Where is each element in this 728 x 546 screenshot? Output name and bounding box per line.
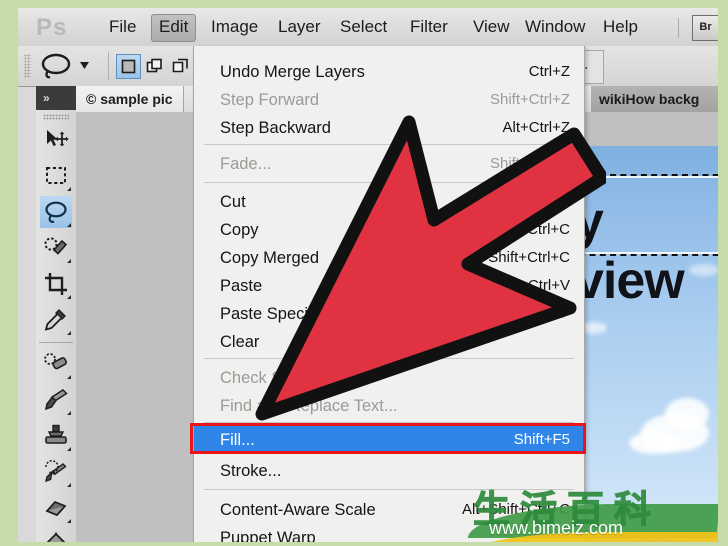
tool-panel xyxy=(36,110,77,542)
move-tool[interactable] xyxy=(40,124,72,156)
image-canvas[interactable]: y view xyxy=(579,146,718,542)
menu-item-fade[interactable]: Fade... Shift+Ctrl+F xyxy=(194,150,584,178)
menu-edit[interactable]: Edit xyxy=(151,14,197,42)
photoshop-window: Ps File Edit Image Layer Select Filter V… xyxy=(18,8,718,542)
brush-tool[interactable] xyxy=(40,384,72,416)
edit-dropdown-menu: Undo Merge Layers Ctrl+Z Step Forward Sh… xyxy=(193,46,585,542)
document-tab-wikihow[interactable]: wikiHow backg xyxy=(591,86,718,113)
tool-flyout-triangle-icon xyxy=(67,375,71,379)
menu-bar: Ps File Edit Image Layer Select Filter V… xyxy=(18,8,718,47)
menu-item-step-backward[interactable]: Step Backward Alt+Ctrl+Z xyxy=(194,114,584,142)
menu-separator xyxy=(204,182,574,183)
tool-flyout-triangle-icon xyxy=(67,331,71,335)
lasso-icon[interactable] xyxy=(36,51,98,81)
menu-item-find-and-replace-text[interactable]: Find and Replace Text... xyxy=(194,392,584,420)
subtract-from-selection-button[interactable] xyxy=(168,54,193,79)
tool-flyout-triangle-icon xyxy=(67,411,71,415)
menu-item-cut[interactable]: Cut Ctrl+X xyxy=(194,188,584,216)
spot-healing-brush-tool[interactable] xyxy=(40,348,72,380)
menu-item-copy-merged[interactable]: Copy Merged Shift+Ctrl+C xyxy=(194,244,584,272)
image-text-layer: y view xyxy=(579,192,685,310)
menu-separator xyxy=(204,144,574,145)
menu-help[interactable]: Help xyxy=(596,14,645,40)
photoshop-logo: Ps xyxy=(36,14,68,41)
toolbox-divider xyxy=(39,342,73,343)
menu-item-content-aware-scale[interactable]: Content-Aware Scale Alt+Shift+Ctrl+C xyxy=(194,496,584,524)
menu-item-puppet-warp[interactable]: Puppet Warp xyxy=(194,524,584,542)
menu-item-copy[interactable]: Copy Ctrl+C xyxy=(194,216,584,244)
menu-item-clear[interactable]: Clear xyxy=(194,328,584,356)
menu-separator xyxy=(204,489,574,490)
menu-view[interactable]: View xyxy=(466,14,517,40)
tool-flyout-triangle-icon xyxy=(67,187,71,191)
menu-file[interactable]: File xyxy=(102,14,143,40)
menu-item-check-spelling[interactable]: Check Spelling... xyxy=(194,364,584,392)
menu-separator xyxy=(204,422,574,423)
paint-bucket-tool[interactable] xyxy=(40,528,72,542)
menubar-divider xyxy=(678,18,679,38)
menu-separator xyxy=(204,358,574,359)
menu-item-undo-merge-layers[interactable]: Undo Merge Layers Ctrl+Z xyxy=(194,58,584,86)
tool-flyout-triangle-icon xyxy=(67,223,71,227)
clone-stamp-tool[interactable] xyxy=(40,420,72,452)
cloud-shape xyxy=(665,398,709,430)
history-brush-tool[interactable] xyxy=(40,456,72,488)
tool-flyout-triangle-icon xyxy=(67,519,71,523)
tool-flyout-triangle-icon xyxy=(67,259,71,263)
toolbox-grip[interactable] xyxy=(43,114,69,120)
crop-tool[interactable] xyxy=(40,268,72,300)
options-bar-grip[interactable] xyxy=(24,54,31,78)
bridge-button[interactable]: Br xyxy=(692,15,718,41)
selection-mode-group xyxy=(116,53,194,79)
eraser-tool[interactable] xyxy=(40,492,72,524)
tool-flyout-triangle-icon xyxy=(67,483,71,487)
eyedropper-tool[interactable] xyxy=(40,304,72,336)
menu-window[interactable]: Window xyxy=(518,14,592,40)
menu-item-stroke[interactable]: Stroke... xyxy=(194,457,584,485)
menu-layer[interactable]: Layer xyxy=(271,14,328,40)
menu-item-paste[interactable]: Paste Ctrl+V xyxy=(194,272,584,300)
submenu-arrow-icon xyxy=(562,310,568,318)
document-tab-active[interactable]: © sample pic xyxy=(76,86,184,112)
cloud-shape xyxy=(629,432,681,454)
screenshot-root: Ps File Edit Image Layer Select Filter V… xyxy=(0,0,728,546)
menu-filter[interactable]: Filter xyxy=(403,14,455,40)
options-divider-1 xyxy=(108,52,109,80)
new-selection-button[interactable] xyxy=(116,53,141,79)
menu-select[interactable]: Select xyxy=(333,14,394,40)
menu-item-fill[interactable]: Fill... Shift+F5 xyxy=(194,426,584,454)
tool-flyout-triangle-icon xyxy=(67,295,71,299)
toolbox-collapse-button[interactable]: » xyxy=(36,86,76,110)
lasso-tool[interactable] xyxy=(40,196,72,228)
double-chevron-right-icon: » xyxy=(43,91,50,105)
menu-item-step-forward[interactable]: Step Forward Shift+Ctrl+Z xyxy=(194,86,584,114)
quick-selection-tool[interactable] xyxy=(40,232,72,264)
menu-item-paste-special[interactable]: Paste Special xyxy=(194,300,584,328)
tool-flyout-triangle-icon xyxy=(67,447,71,451)
menu-image[interactable]: Image xyxy=(204,14,265,40)
add-to-selection-button[interactable] xyxy=(142,54,167,79)
rectangular-marquee-tool[interactable] xyxy=(40,160,72,192)
